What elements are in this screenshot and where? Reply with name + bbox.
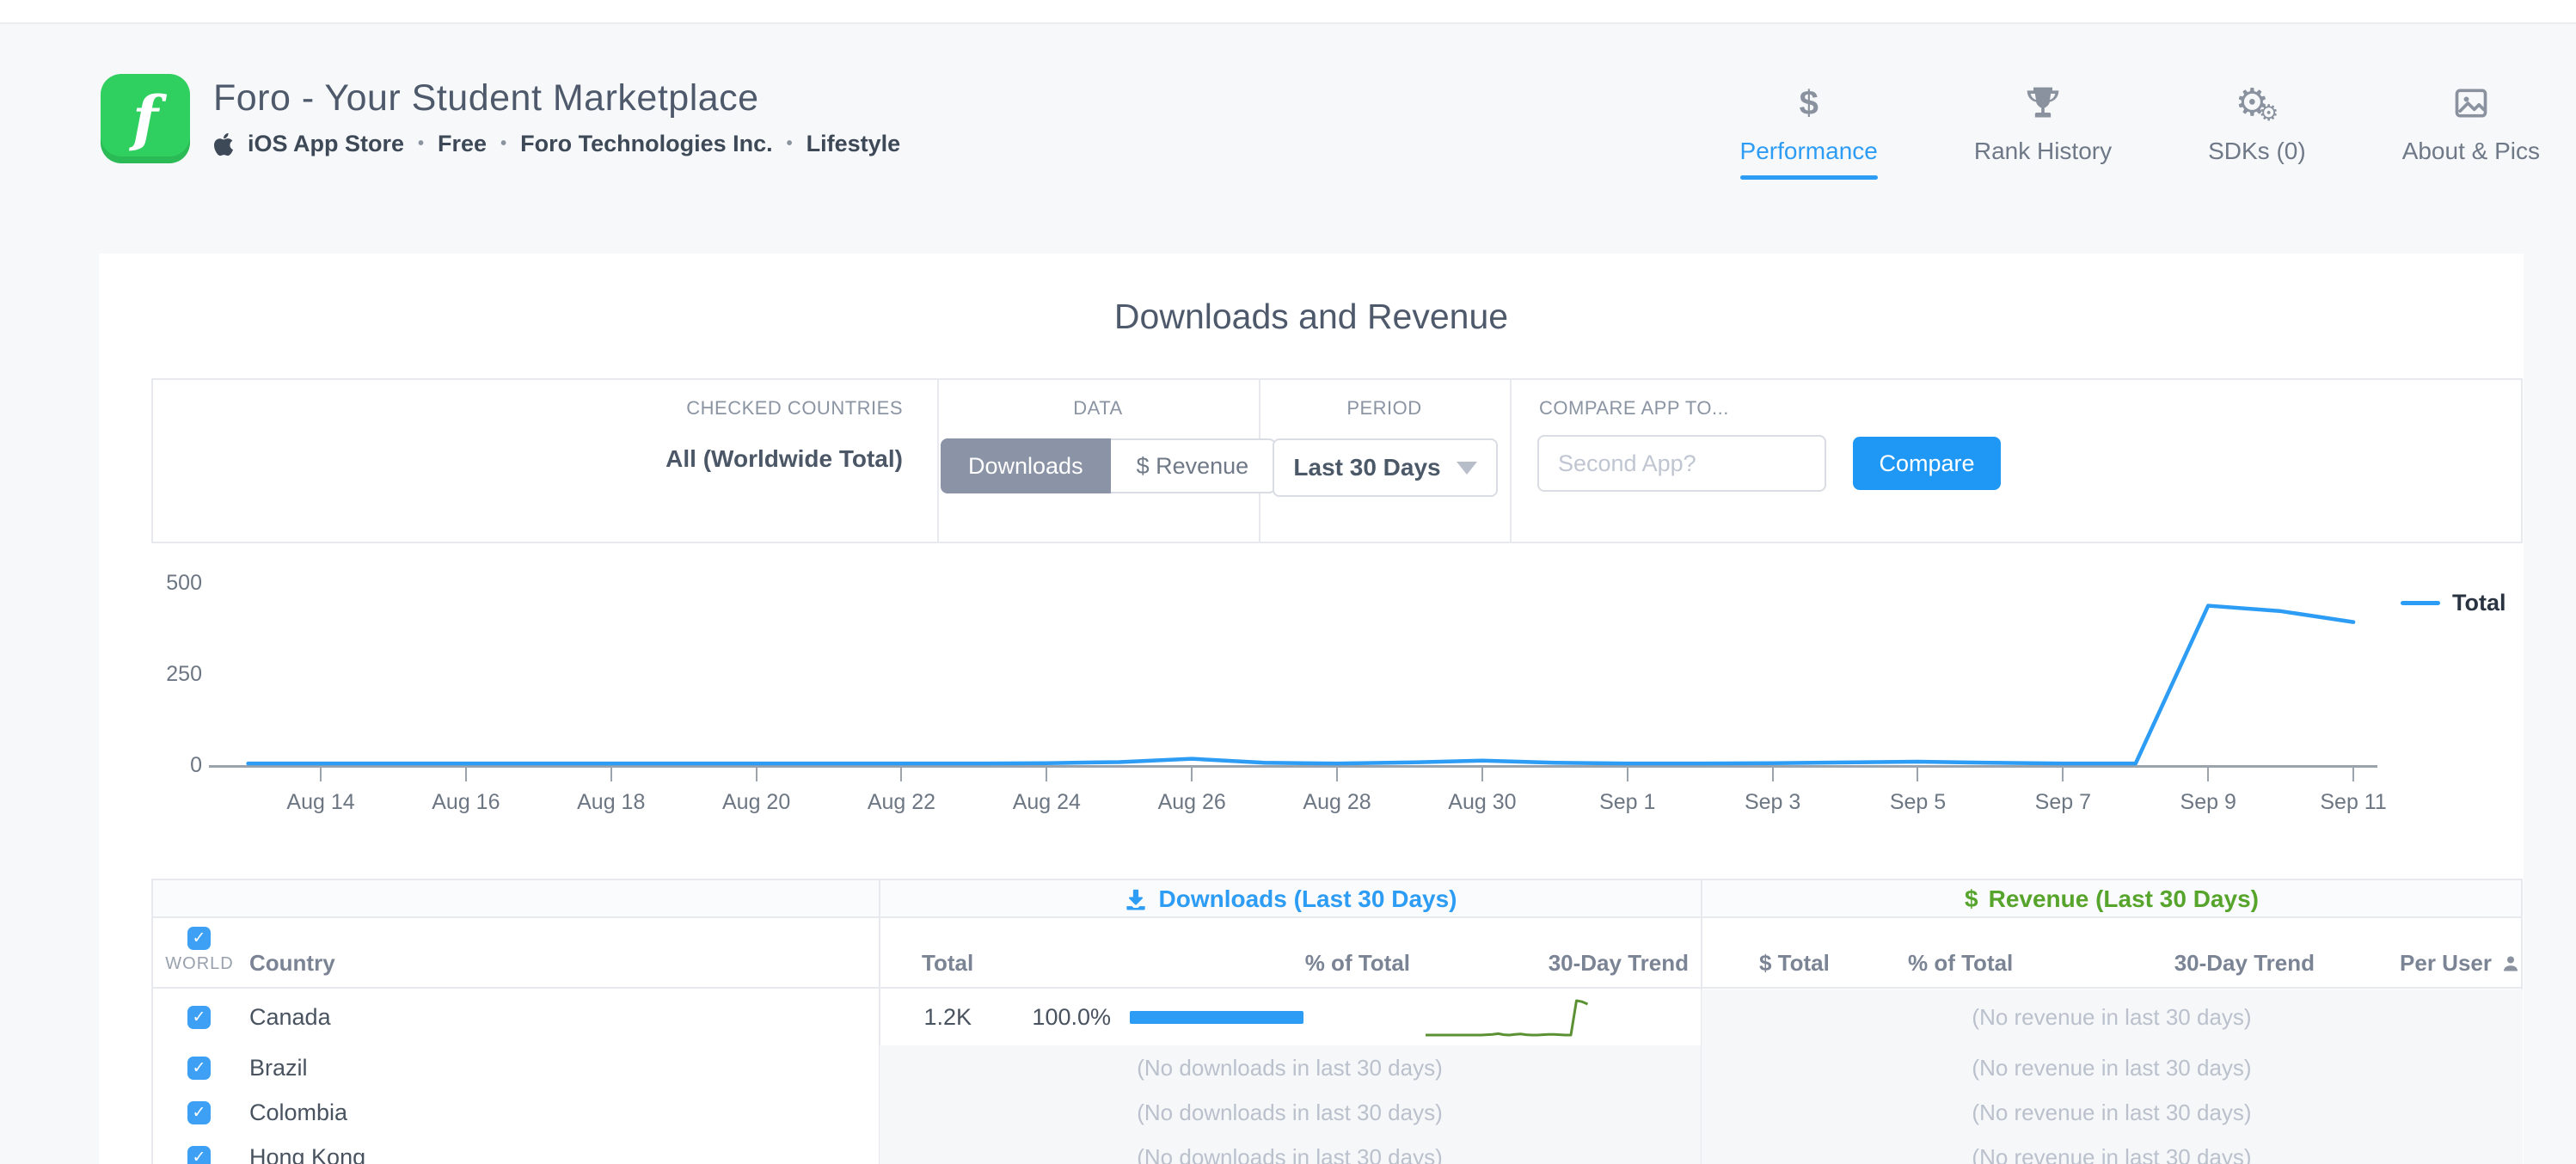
total-downloads-line	[99, 550, 2524, 842]
column-header-dl-pct[interactable]: % of Total	[1238, 950, 1410, 977]
country-checkbox-colombia[interactable]	[187, 1101, 211, 1124]
no-revenue-text: (No revenue in last 30 days)	[1701, 1135, 2523, 1164]
chart-legend: Total	[2401, 590, 2506, 616]
trophy-icon	[2024, 79, 2062, 127]
downloads-pct-bar	[1130, 1011, 1303, 1024]
period-filter-label: PERIOD	[1259, 397, 1510, 420]
column-header-dl-trend[interactable]: 30-Day Trend	[1474, 950, 1689, 977]
compare-app-input[interactable]	[1537, 435, 1826, 492]
tab-rank-history[interactable]: Rank History	[1974, 79, 2112, 180]
country-name: Colombia	[249, 1090, 347, 1135]
downloads-pct-value: 100.0%	[997, 989, 1111, 1045]
legend-label-total: Total	[2452, 590, 2506, 616]
country-checkbox-hong-kong[interactable]	[187, 1146, 211, 1164]
country-checkbox-canada[interactable]	[187, 1006, 211, 1029]
active-tab-underline	[1740, 175, 1878, 180]
column-header-country[interactable]: Country	[249, 950, 335, 977]
no-revenue-text: (No revenue in last 30 days)	[1701, 1090, 2523, 1135]
no-downloads-text: (No downloads in last 30 days)	[879, 1135, 1701, 1164]
column-header-rev-total[interactable]: $ Total	[1759, 950, 1830, 977]
gears-icon: ⚙⚙	[2236, 79, 2279, 127]
app-publisher: Foro Technologies Inc.	[520, 131, 773, 157]
tab-about-pics[interactable]: About & Pics	[2402, 79, 2540, 180]
no-downloads-text: (No downloads in last 30 days)	[879, 1090, 1701, 1135]
tab-label: About & Pics	[2402, 138, 2540, 165]
checked-countries-value: All (Worldwide Total)	[151, 445, 903, 473]
country-name: Brazil	[249, 1045, 308, 1090]
data-toggle: Downloads $ Revenue	[941, 438, 1276, 493]
table-border	[151, 879, 153, 1164]
app-nav-tabs: $ Performance Rank History ⚙⚙ SDKs (0)	[1740, 79, 2540, 180]
tab-label: SDKs (0)	[2208, 138, 2306, 165]
column-header-rev-pct[interactable]: % of Total	[1908, 950, 2013, 977]
meta-separator: •	[500, 134, 506, 154]
no-revenue-text: (No revenue in last 30 days)	[1701, 989, 2523, 1045]
chevron-down-icon	[1457, 462, 1477, 475]
world-checkbox[interactable]	[187, 927, 211, 950]
column-header-dl-total[interactable]: Total	[922, 950, 973, 977]
page-title: Foro - Your Student Marketplace	[213, 77, 759, 119]
compare-button[interactable]: Compare	[1853, 437, 2001, 490]
compare-label: COMPARE APP TO...	[1539, 397, 1729, 420]
data-filter-label: DATA	[937, 397, 1259, 420]
meta-separator: •	[787, 134, 793, 154]
column-header-rev-trend[interactable]: 30-Day Trend	[2107, 950, 2315, 977]
dollar-icon: $	[1800, 79, 1819, 127]
downloads-trend-sparkline	[1420, 992, 1592, 1042]
app-meta: iOS App Store • Free • Foro Technologies…	[213, 131, 900, 157]
tab-performance[interactable]: $ Performance	[1740, 79, 1878, 180]
country-name: Hong Kong	[249, 1135, 365, 1164]
app-category: Lifestyle	[807, 131, 901, 157]
column-header-per-user[interactable]: Per User	[2321, 950, 2521, 977]
no-downloads-text: (No downloads in last 30 days)	[879, 1045, 1701, 1090]
download-icon	[1123, 886, 1149, 912]
app-icon: f	[101, 74, 190, 163]
downloads-group-header: Downloads (Last 30 Days)	[879, 884, 1701, 915]
meta-separator: •	[418, 134, 424, 154]
period-select[interactable]: Last 30 Days	[1273, 438, 1498, 497]
revenue-group-header: $ Revenue (Last 30 Days)	[1701, 884, 2523, 915]
filter-divider	[1510, 378, 1512, 543]
no-revenue-text: (No revenue in last 30 days)	[1701, 1045, 2523, 1090]
country-checkbox-brazil[interactable]	[187, 1057, 211, 1080]
app-icon-letter: f	[132, 89, 158, 149]
downloads-total-value: 1.2K	[886, 989, 972, 1045]
checked-countries-label: CHECKED COUNTRIES	[151, 397, 903, 420]
legend-swatch-total	[2401, 601, 2440, 605]
apple-icon	[213, 132, 234, 157]
tab-label: Performance	[1740, 138, 1878, 165]
person-icon	[2500, 953, 2521, 974]
picture-icon	[2452, 79, 2490, 127]
revenue-toggle-button[interactable]: $ Revenue	[1111, 438, 1277, 493]
tab-sdks[interactable]: ⚙⚙ SDKs (0)	[2208, 79, 2306, 180]
period-value: Last 30 Days	[1293, 454, 1440, 481]
world-label: WORLD	[160, 954, 239, 974]
downloads-toggle-button[interactable]: Downloads	[941, 438, 1111, 493]
top-bar	[0, 0, 2576, 24]
section-title: Downloads and Revenue	[99, 297, 2524, 337]
app-store-label: iOS App Store	[248, 131, 404, 157]
downloads-chart: 0250500Aug 14Aug 16Aug 18Aug 20Aug 22Aug…	[99, 550, 2524, 842]
app-price: Free	[438, 131, 487, 157]
app-analytics-page: f Foro - Your Student Marketplace iOS Ap…	[0, 0, 2576, 1164]
country-name: Canada	[249, 989, 331, 1045]
tab-label: Rank History	[1974, 138, 2112, 165]
dollar-icon: $	[1965, 885, 1978, 913]
